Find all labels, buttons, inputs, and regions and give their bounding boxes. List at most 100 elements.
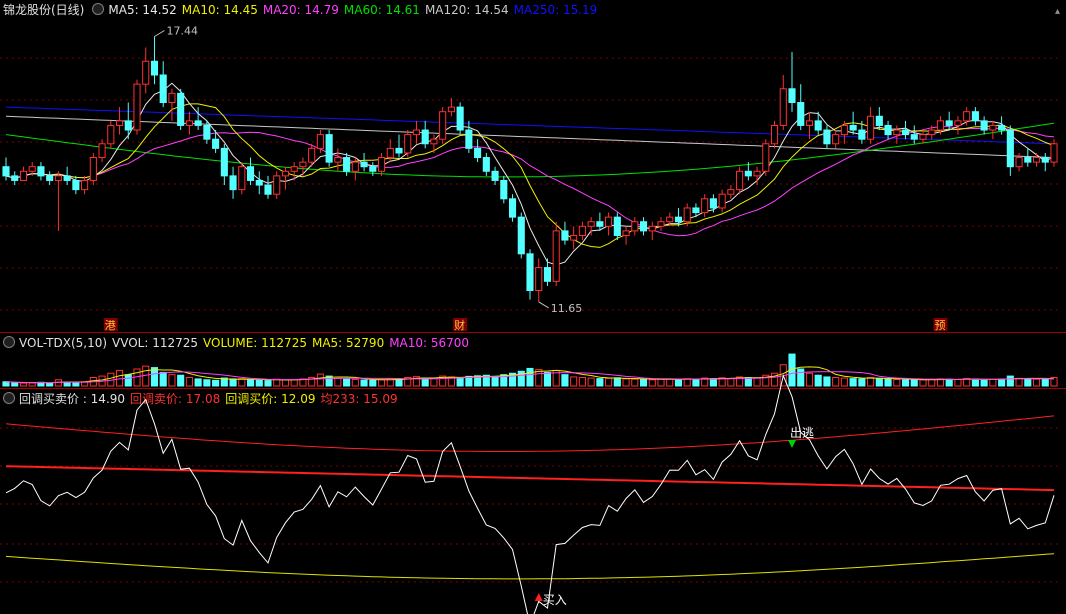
candle-body xyxy=(11,175,19,181)
volume-bar xyxy=(998,378,1006,387)
candle-body xyxy=(72,179,80,191)
candle-body xyxy=(456,106,464,131)
candle-body xyxy=(963,111,971,122)
candle-body xyxy=(194,120,202,126)
candle-body xyxy=(1024,157,1032,163)
candle-body xyxy=(89,157,97,181)
candle-body xyxy=(989,124,997,131)
candle-body xyxy=(115,120,124,126)
volume-bar xyxy=(727,377,735,387)
volume-bar xyxy=(753,377,761,387)
volume-bar xyxy=(648,379,656,387)
candle-body xyxy=(334,157,342,163)
candle-body xyxy=(386,147,394,159)
volume-bar xyxy=(281,379,290,387)
volume-bar xyxy=(491,375,499,387)
candle-body xyxy=(945,120,953,126)
volume-bar xyxy=(543,371,552,387)
candle-body xyxy=(980,120,988,131)
sell-price-line xyxy=(5,415,1055,452)
volume-bar xyxy=(430,378,438,387)
candle-body xyxy=(814,120,822,131)
candle-body xyxy=(28,166,36,172)
candle-body xyxy=(622,230,630,236)
volume-bar xyxy=(246,379,255,387)
volume-bar xyxy=(587,377,595,387)
candle-body xyxy=(928,129,936,136)
candle-body xyxy=(308,147,316,163)
candle-body xyxy=(910,134,918,140)
candle-body xyxy=(212,138,220,149)
candle-body xyxy=(736,170,744,191)
candle-body xyxy=(1032,157,1041,163)
volume-bar xyxy=(639,378,648,387)
candle-body xyxy=(246,166,255,181)
volume-bar xyxy=(919,379,927,387)
candle-body xyxy=(701,198,709,214)
volume-bar xyxy=(46,382,54,387)
candle-body xyxy=(229,175,237,191)
volume-bar xyxy=(1006,375,1014,387)
candle-body xyxy=(971,111,979,122)
escape-arrow-icon xyxy=(788,440,796,448)
indicator-line xyxy=(5,374,1055,614)
volume-bar xyxy=(797,368,805,387)
volume-bar xyxy=(360,379,368,387)
volume-bar xyxy=(1024,378,1032,387)
candle-body xyxy=(832,134,840,145)
candle-body xyxy=(543,267,552,282)
candle-body xyxy=(770,124,779,145)
candle-body xyxy=(54,175,62,181)
candle-body xyxy=(482,157,490,172)
candle-body xyxy=(779,88,787,126)
candle-body xyxy=(570,234,578,241)
volume-bar xyxy=(570,376,578,387)
buy-price-line xyxy=(5,553,1055,580)
volume-bar xyxy=(229,378,237,387)
volume-bar xyxy=(657,378,665,387)
low-pointer xyxy=(538,301,549,309)
candle-body xyxy=(1041,157,1049,163)
candle-body xyxy=(377,157,386,172)
candle-body xyxy=(299,161,307,168)
candle-body xyxy=(744,170,752,177)
candle-body xyxy=(998,124,1006,131)
volume-bar xyxy=(255,379,263,387)
candle-body xyxy=(683,207,691,223)
candle-body xyxy=(840,124,848,136)
candle-body xyxy=(901,129,910,136)
candle-body xyxy=(46,175,54,181)
volume-bar xyxy=(674,378,683,387)
volume-bar xyxy=(875,377,883,387)
high-label: 17.44 xyxy=(166,25,198,38)
candle-body xyxy=(884,124,892,136)
volume-bar xyxy=(369,379,377,387)
volume-bar xyxy=(884,378,892,387)
candle-body xyxy=(491,170,499,181)
candle-body xyxy=(421,129,429,145)
candle-body xyxy=(893,129,901,136)
volume-bar xyxy=(177,374,185,387)
volume-bar xyxy=(596,378,604,387)
volume-bar xyxy=(823,376,831,387)
candle-body xyxy=(395,147,403,154)
candle-body xyxy=(98,143,106,159)
candle-body xyxy=(858,129,866,140)
volume-bar xyxy=(561,374,569,387)
volume-bar xyxy=(264,380,272,387)
candle-body xyxy=(718,193,726,209)
candle-body xyxy=(168,92,176,104)
candle-body xyxy=(875,115,883,126)
candle-body xyxy=(474,147,482,159)
candle-body xyxy=(631,221,639,232)
volume-bar xyxy=(526,367,534,387)
candle-body xyxy=(709,198,717,209)
volume-bar xyxy=(203,379,211,387)
candle-body xyxy=(360,161,368,168)
volume-bar xyxy=(832,377,840,387)
candle-body xyxy=(255,179,263,186)
candle-body xyxy=(508,198,517,218)
volume-bar xyxy=(805,372,814,387)
candle-body xyxy=(526,253,534,291)
candle-body xyxy=(238,166,246,191)
